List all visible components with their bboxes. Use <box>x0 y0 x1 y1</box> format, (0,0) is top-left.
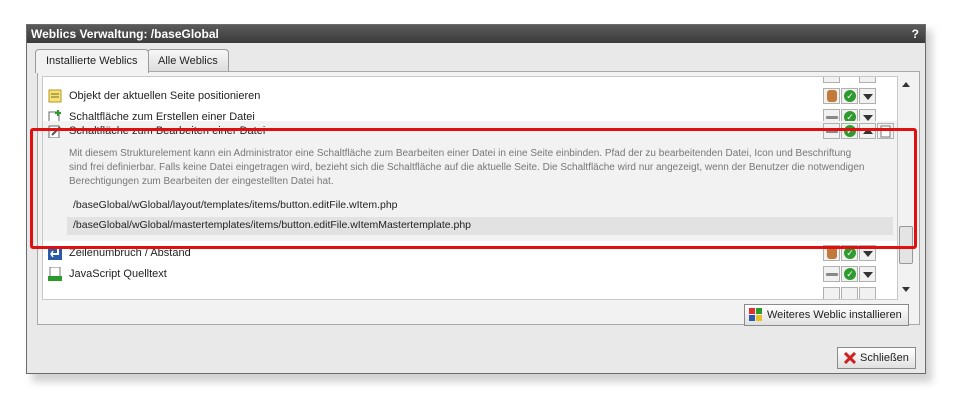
check-icon: ✓ <box>844 268 856 280</box>
scroll-down-icon[interactable] <box>902 287 910 292</box>
highlight-frame <box>30 128 917 249</box>
help-icon[interactable]: ? <box>912 25 919 43</box>
list-item[interactable]: JavaScript Quelltext ✓ <box>43 264 897 286</box>
row-label: Objekt der aktuellen Seite positionieren <box>69 90 261 102</box>
title-bar: Weblics Verwaltung: /baseGlobal ? <box>27 25 925 43</box>
chevron-down-icon <box>863 272 873 278</box>
list-item[interactable]: Objekt der aktuellen Seite positionieren… <box>43 86 897 108</box>
note-icon <box>48 89 62 103</box>
row-label: JavaScript Quelltext <box>69 268 167 280</box>
tab-installierte-weblics[interactable]: Installierte Weblics <box>35 49 149 73</box>
key-icon <box>826 116 838 119</box>
install-label: Weiteres Weblic installieren <box>767 309 902 321</box>
user-icon <box>827 90 837 102</box>
chevron-down-icon <box>863 94 873 100</box>
chevron-down-icon <box>863 251 873 257</box>
window-title: Weblics Verwaltung: /baseGlobal <box>31 27 219 41</box>
scroll-up-icon[interactable] <box>902 82 910 87</box>
list-item[interactable] <box>43 285 897 299</box>
close-button[interactable]: Schließen <box>837 347 916 369</box>
tab-bar: Installierte Weblics Alle Weblics <box>33 49 913 73</box>
expand-button[interactable] <box>859 266 876 282</box>
action-button[interactable] <box>823 77 840 83</box>
action-button[interactable] <box>841 287 858 299</box>
user-button[interactable] <box>823 88 840 104</box>
key-icon <box>826 273 838 276</box>
close-label: Schließen <box>860 352 909 364</box>
close-icon <box>844 352 856 364</box>
javascript-icon <box>48 266 62 281</box>
install-weblic-button[interactable]: Weiteres Weblic installieren <box>744 304 909 326</box>
settings-button[interactable] <box>823 266 840 282</box>
action-button[interactable] <box>823 287 840 299</box>
weblic-icon <box>749 308 762 321</box>
check-icon: ✓ <box>844 90 856 102</box>
tab-alle-weblics[interactable]: Alle Weblics <box>147 49 229 72</box>
activate-button[interactable]: ✓ <box>841 88 858 104</box>
expand-button[interactable] <box>859 88 876 104</box>
activate-button[interactable]: ✓ <box>841 266 858 282</box>
action-button[interactable] <box>859 77 876 83</box>
action-button[interactable] <box>859 287 876 299</box>
